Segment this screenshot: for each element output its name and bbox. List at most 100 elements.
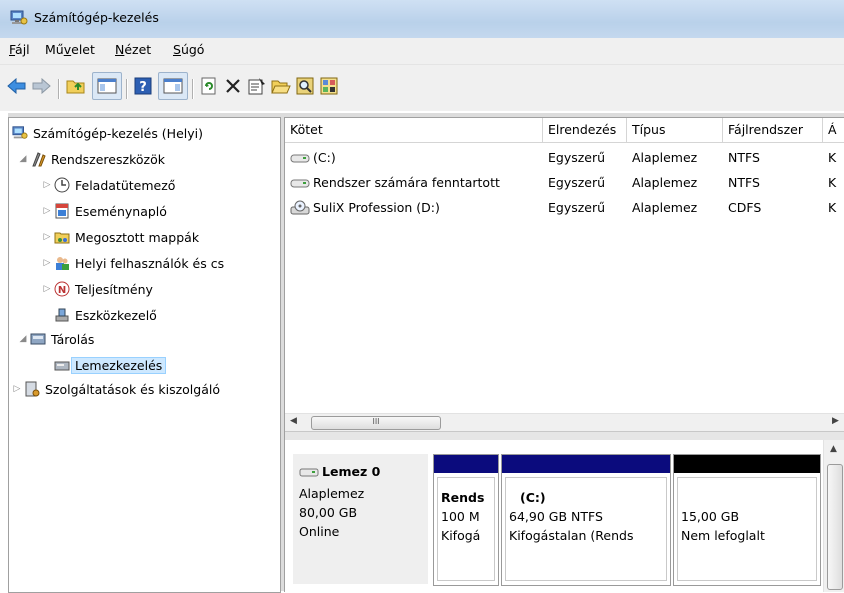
- scroll-up-icon[interactable]: ▲: [830, 444, 837, 454]
- show-hide-action-pane-icon[interactable]: [158, 72, 188, 100]
- volume-fs-cell: NTFS: [728, 175, 760, 190]
- column-header-filesystem[interactable]: Fájlrendszer: [723, 118, 823, 142]
- column-header-status[interactable]: Á: [823, 118, 844, 142]
- search-icon[interactable]: [294, 73, 316, 99]
- partition-system-reserved[interactable]: Rends 100 M Kifogá: [433, 454, 499, 586]
- collapse-arrow-icon[interactable]: ◢: [17, 154, 29, 164]
- navigation-tree: Számítógép-kezelés (Helyi) ◢ Rendszeresz…: [8, 117, 281, 593]
- partition-label: Rends: [441, 490, 485, 505]
- disk-icon: [299, 466, 319, 478]
- volume-type-cell: Alaplemez: [632, 150, 698, 165]
- expand-arrow-icon[interactable]: ▷: [41, 180, 53, 190]
- show-hide-tree-icon[interactable]: [92, 72, 122, 100]
- partition-label: (C:): [520, 490, 546, 505]
- toolbar-separator: [192, 79, 194, 99]
- volume-list-header: Kötet Elrendezés Típus Fájlrendszer Á: [285, 118, 844, 143]
- volume-fs-cell: CDFS: [728, 200, 762, 215]
- partition-size: 100 M: [441, 509, 480, 524]
- toolbar: ?: [0, 65, 844, 111]
- table-row[interactable]: (C:) Egyszerű Alaplemez NTFS K: [285, 147, 844, 168]
- disk-size: 80,00 GB: [299, 505, 358, 520]
- cd-drive-icon: [290, 200, 310, 216]
- scroll-left-icon[interactable]: ◀: [290, 416, 297, 426]
- tree-item-services[interactable]: ▷ Szolgáltatások és kiszolgáló: [11, 378, 220, 400]
- volume-type-cell: Alaplemez: [632, 200, 698, 215]
- users-icon: [53, 254, 71, 272]
- expand-arrow-icon[interactable]: ▷: [41, 206, 53, 216]
- horizontal-scrollbar[interactable]: ◀ III ▶: [285, 413, 844, 431]
- disk-title: Lemez 0: [299, 464, 380, 479]
- svg-text:N: N: [58, 285, 66, 296]
- expand-arrow-icon[interactable]: ▷: [41, 232, 53, 242]
- computer-management-icon: [11, 124, 29, 142]
- table-row[interactable]: SuliX Profession (D:) Egyszerű Alaplemez…: [285, 197, 844, 218]
- partition-status: Kifogástalan (Rends: [509, 528, 634, 543]
- tree-item-device-manager[interactable]: Eszközkezelő: [53, 304, 157, 326]
- tree-item-event-viewer[interactable]: ▷ Eseménynapló: [41, 200, 167, 222]
- forward-arrow-icon[interactable]: [30, 73, 52, 99]
- volume-layout-cell: Egyszerű: [548, 200, 606, 215]
- delete-icon[interactable]: [222, 73, 244, 99]
- shared-folder-icon: [53, 228, 71, 246]
- services-icon: [23, 380, 41, 398]
- refresh-icon[interactable]: [198, 73, 220, 99]
- tree-item-shared-folders[interactable]: ▷ Megosztott mappák: [41, 226, 200, 248]
- volume-type-cell: Alaplemez: [632, 175, 698, 190]
- menu-view[interactable]: Nézet: [115, 42, 151, 57]
- drive-icon: [290, 177, 310, 189]
- settings-icon[interactable]: [318, 73, 340, 99]
- partition-unallocated[interactable]: 15,00 GB Nem lefoglalt: [673, 454, 821, 586]
- volume-name-cell: SuliX Profession (D:): [285, 197, 543, 218]
- tree-item-task-scheduler[interactable]: ▷ Feladatütemező: [41, 174, 175, 196]
- table-row[interactable]: Rendszer számára fenntartott Egyszerű Al…: [285, 172, 844, 193]
- expand-arrow-icon[interactable]: ▷: [41, 284, 53, 294]
- drive-icon: [290, 152, 310, 164]
- toolbar-separator: [58, 79, 60, 99]
- disk-graphical-view: Lemez 0 Alaplemez 80,00 GB Online Rends …: [285, 440, 844, 592]
- back-arrow-icon[interactable]: [6, 73, 28, 99]
- title-bar[interactable]: Számítógép-kezelés: [0, 0, 844, 38]
- disk-status: Online: [299, 524, 340, 539]
- menu-action[interactable]: Művelet: [45, 42, 95, 57]
- tree-item-computer-management[interactable]: Számítógép-kezelés (Helyi): [11, 122, 203, 144]
- clock-icon: [53, 176, 71, 194]
- tree-item-local-users[interactable]: ▷ Helyi felhasználók és cs: [41, 252, 225, 274]
- volume-fs-cell: NTFS: [728, 150, 760, 165]
- computer-management-icon: [10, 10, 28, 26]
- tree-item-storage[interactable]: ◢ Tárolás: [17, 328, 95, 350]
- tree-item-system-tools[interactable]: ◢ Rendszereszközök: [17, 148, 165, 170]
- scrollbar-thumb[interactable]: III: [311, 416, 441, 430]
- up-folder-icon[interactable]: [64, 73, 88, 99]
- disk-info-box[interactable]: Lemez 0 Alaplemez 80,00 GB Online: [293, 454, 428, 584]
- scrollbar-thumb[interactable]: [827, 464, 843, 590]
- menu-file[interactable]: Fájl: [9, 42, 30, 57]
- tree-item-performance[interactable]: ▷ N Teljesítmény: [41, 278, 153, 300]
- disk-management-pane: Kötet Elrendezés Típus Fájlrendszer Á (C…: [284, 117, 844, 592]
- collapse-arrow-icon[interactable]: ◢: [17, 334, 29, 344]
- partition-status: Nem lefoglalt: [681, 528, 765, 543]
- volume-layout-cell: Egyszerű: [548, 150, 606, 165]
- column-header-type[interactable]: Típus: [627, 118, 723, 142]
- column-header-volume[interactable]: Kötet: [285, 118, 543, 142]
- computer-management-window: Számítógép-kezelés Fájl Művelet Nézet Sú…: [0, 0, 844, 593]
- storage-icon: [29, 330, 47, 348]
- disk-management-icon: [53, 356, 71, 374]
- properties-icon[interactable]: [246, 73, 268, 99]
- partition-color-bar: [502, 455, 670, 473]
- vertical-scrollbar[interactable]: ▲: [823, 440, 844, 592]
- volume-name-cell: (C:): [285, 147, 543, 168]
- expand-arrow-icon[interactable]: ▷: [41, 258, 53, 268]
- menu-help[interactable]: Súgó: [173, 42, 204, 57]
- expand-arrow-icon[interactable]: ▷: [11, 384, 23, 394]
- partition-c[interactable]: (C:) 64,90 GB NTFS Kifogástalan (Rends: [501, 454, 671, 586]
- column-header-layout[interactable]: Elrendezés: [543, 118, 627, 142]
- toolbar-separator: [126, 79, 128, 99]
- open-folder-icon[interactable]: [270, 73, 292, 99]
- scroll-right-icon[interactable]: ▶: [832, 416, 839, 426]
- partition-status: Kifogá: [441, 528, 481, 543]
- volume-layout-cell: Egyszerű: [548, 175, 606, 190]
- partition-size: 64,90 GB NTFS: [509, 509, 603, 524]
- tree-item-disk-management[interactable]: Lemezkezelés: [53, 354, 167, 376]
- partition-color-bar: [434, 455, 498, 473]
- help-icon[interactable]: ?: [132, 73, 154, 99]
